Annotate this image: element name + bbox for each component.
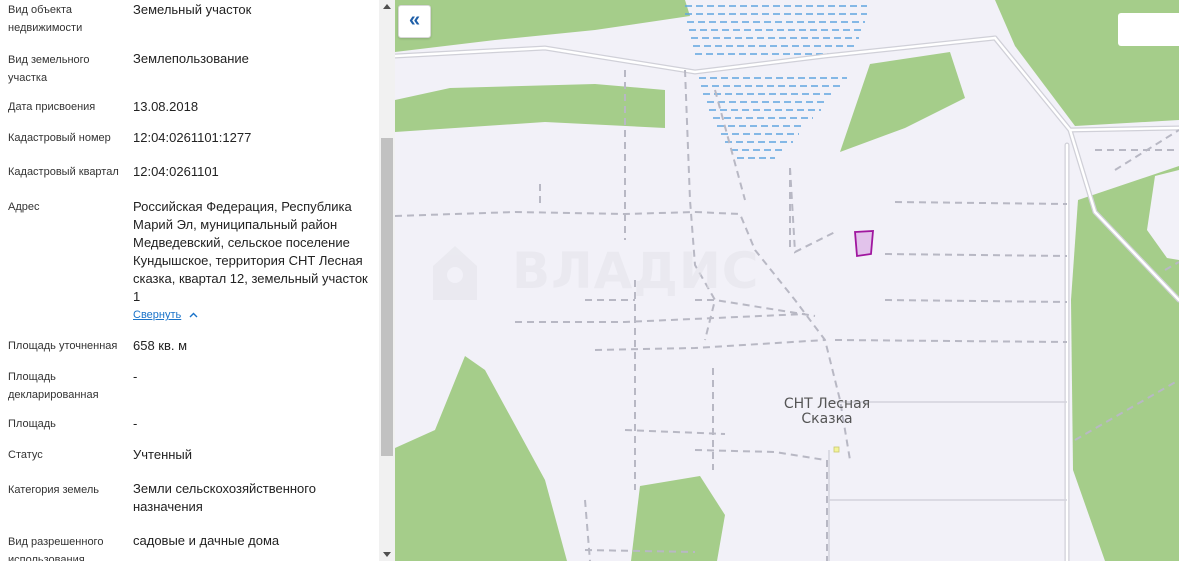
detail-label: Категория земель <box>8 484 99 496</box>
detail-value: Учтенный <box>133 447 193 462</box>
watermark: ВЛАДИС <box>428 236 768 304</box>
detail-label: Кадастровый квартал <box>8 166 119 178</box>
wetland-marks <box>685 5 867 159</box>
scroll-down-arrow-icon[interactable] <box>383 552 391 557</box>
chevron-up-icon <box>189 308 198 322</box>
watermark-text: ВЛАДИС <box>512 242 760 300</box>
cadastral-parcel <box>854 230 874 258</box>
forest-area <box>395 356 567 561</box>
detail-value: Земли сельскохозяйственного назначения <box>133 481 316 514</box>
detail-value: садовые и дачные дома <box>133 533 280 548</box>
detail-value: 12:04:0261101 <box>133 164 219 179</box>
details-scrollbar[interactable] <box>379 0 395 561</box>
forest-area <box>395 0 690 52</box>
scrollbar-thumb[interactable] <box>381 138 393 456</box>
map-place-label: СНТ Лесная Сказка <box>770 397 884 427</box>
detail-label: Дата присвоения <box>8 101 96 113</box>
detail-label: Площадь <box>8 418 56 430</box>
collapse-panel-button[interactable]: « <box>398 5 431 38</box>
map-point-marker <box>833 446 840 453</box>
detail-label: Вид разрешенного использования <box>8 536 104 561</box>
detail-value: 658 кв. м <box>133 338 188 353</box>
detail-value: 12:04:0261101:1277 <box>133 130 252 145</box>
detail-value: 13.08.2018 <box>133 99 199 114</box>
detail-value: Земельный участок <box>133 2 252 17</box>
map-place-label-line1: СНТ Лесная <box>783 396 871 412</box>
cadastral-map[interactable]: ВЛАДИС <box>395 0 1179 561</box>
detail-label: Адрес <box>8 201 40 213</box>
map-place-label-line2: Сказка <box>801 411 853 427</box>
detail-label: Площадь декларированная <box>8 371 99 401</box>
collapse-address-label: Свернуть <box>133 309 182 321</box>
detail-label: Вид объекта недвижимости <box>8 4 83 34</box>
collapse-address-link[interactable]: Свернуть <box>133 308 198 322</box>
detail-value: Землепользование <box>133 51 249 66</box>
scroll-up-arrow-icon[interactable] <box>383 4 391 9</box>
map-control-box[interactable] <box>1118 13 1179 46</box>
forest-area <box>631 476 725 561</box>
detail-value: - <box>133 369 138 384</box>
detail-label: Кадастровый номер <box>8 132 111 144</box>
double-chevron-left-icon: « <box>408 9 421 31</box>
detail-label: Площадь уточненная <box>8 340 118 352</box>
detail-value: Российская Федерация, Республика Марий Э… <box>133 199 368 304</box>
detail-label: Статус <box>8 449 43 461</box>
forest-area <box>840 52 965 152</box>
detail-label: Вид земельного участка <box>8 54 90 84</box>
property-details-panel: Вид объекта недвижимости Земельный участ… <box>0 0 379 561</box>
detail-value: - <box>133 416 138 431</box>
